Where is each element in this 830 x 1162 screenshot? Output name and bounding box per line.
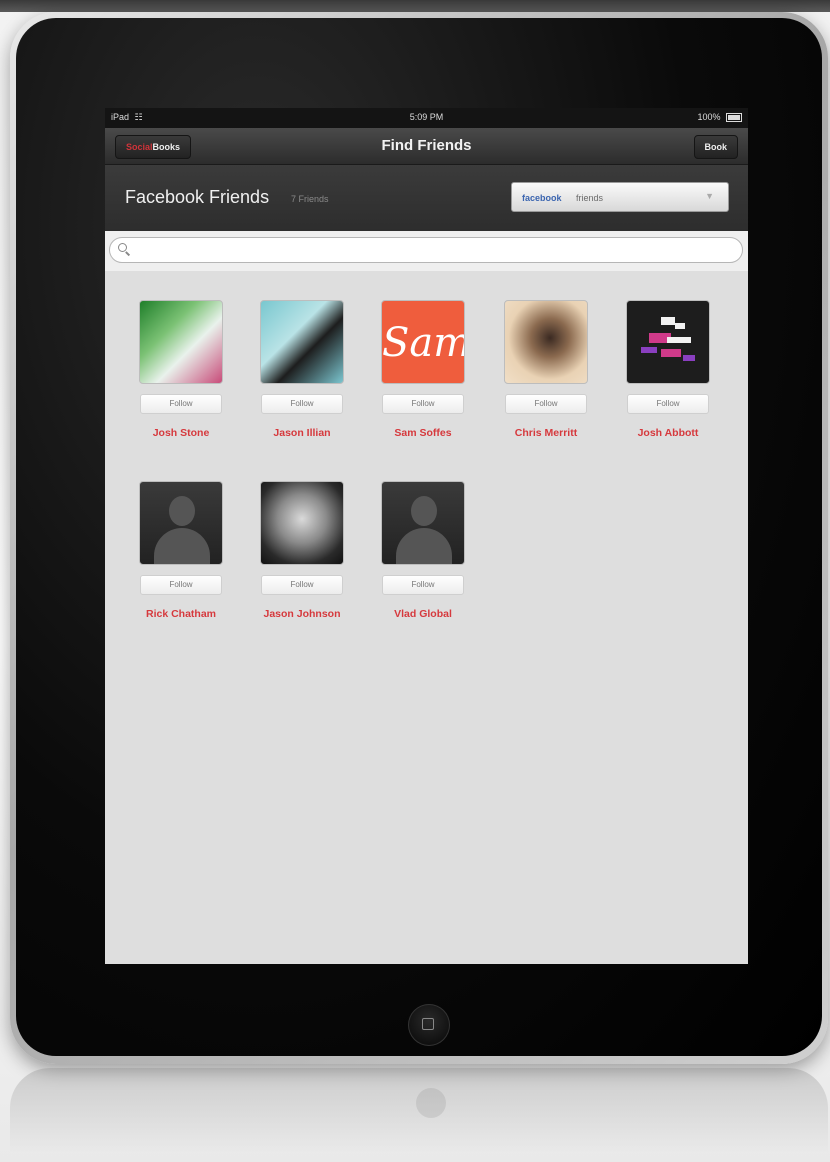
avatar[interactable] (260, 481, 344, 565)
section-title: Facebook Friends (125, 187, 270, 207)
follow-button[interactable]: Follow (261, 575, 343, 595)
follow-button[interactable]: Follow (505, 394, 587, 414)
search-input[interactable] (109, 237, 743, 263)
follow-button[interactable]: Follow (382, 394, 464, 414)
source-select[interactable]: facebook friends ▼ (511, 182, 729, 212)
home-square-icon (422, 1018, 434, 1030)
section-header: Facebook Friends 7 Friends facebook frie… (105, 165, 748, 231)
friend-name[interactable]: Rick Chatham (118, 608, 244, 620)
friend-name[interactable]: Chris Merritt (483, 427, 609, 439)
pixel-art (667, 337, 691, 343)
home-button[interactable] (408, 1004, 450, 1046)
pixel-art (683, 355, 695, 361)
search-icon (118, 243, 127, 252)
battery-icon (726, 113, 742, 123)
pixel-art (661, 317, 675, 325)
source-brand: facebook (522, 193, 562, 203)
friend-name[interactable]: Jason Johnson (239, 608, 365, 620)
source-label: friends (576, 193, 604, 203)
avatar[interactable] (381, 481, 465, 565)
status-bar: iPad ☷ 5:09 PM 100% (105, 108, 748, 128)
pixel-art (675, 323, 685, 329)
device-reflection (10, 1068, 828, 1162)
avatar[interactable] (260, 300, 344, 384)
avatar-logo-text: Sam (382, 320, 465, 366)
reflection-home-button (416, 1088, 446, 1118)
avatar[interactable] (504, 300, 588, 384)
follow-button[interactable]: Follow (261, 394, 343, 414)
book-button[interactable]: Book (693, 135, 738, 159)
friend-name[interactable]: Josh Stone (118, 427, 244, 439)
follow-button[interactable]: Follow (382, 575, 464, 595)
friend-name[interactable]: Jason Illian (239, 427, 365, 439)
follow-button[interactable]: Follow (627, 394, 709, 414)
screen: iPad ☷ 5:09 PM 100% SocialBooks Find Fri… (105, 108, 748, 964)
friend-name[interactable]: Sam Soffes (360, 427, 486, 439)
friend-name[interactable]: Josh Abbott (605, 427, 731, 439)
status-time: 5:09 PM (409, 112, 444, 122)
search-bar (105, 231, 748, 271)
pixel-art (661, 349, 681, 357)
friend-count: 7 Friends (291, 194, 329, 204)
friend-name[interactable]: Vlad Global (360, 608, 486, 620)
battery-label: 100% (697, 112, 721, 122)
avatar[interactable] (139, 481, 223, 565)
avatar[interactable] (139, 300, 223, 384)
follow-button[interactable]: Follow (140, 575, 222, 595)
pixel-art (641, 347, 657, 353)
navbar: SocialBooks Find Friends Book (105, 128, 748, 165)
page-title: Find Friends (381, 137, 472, 154)
top-shade (0, 0, 830, 12)
avatar[interactable] (626, 300, 710, 384)
person-placeholder-body (396, 528, 452, 564)
person-placeholder-body (154, 528, 210, 564)
person-placeholder-icon (411, 496, 437, 526)
follow-button[interactable]: Follow (140, 394, 222, 414)
chevron-down-icon: ▼ (705, 191, 714, 201)
person-placeholder-icon (169, 496, 195, 526)
avatar[interactable]: Sam (381, 300, 465, 384)
status-battery: 100% (697, 112, 742, 123)
